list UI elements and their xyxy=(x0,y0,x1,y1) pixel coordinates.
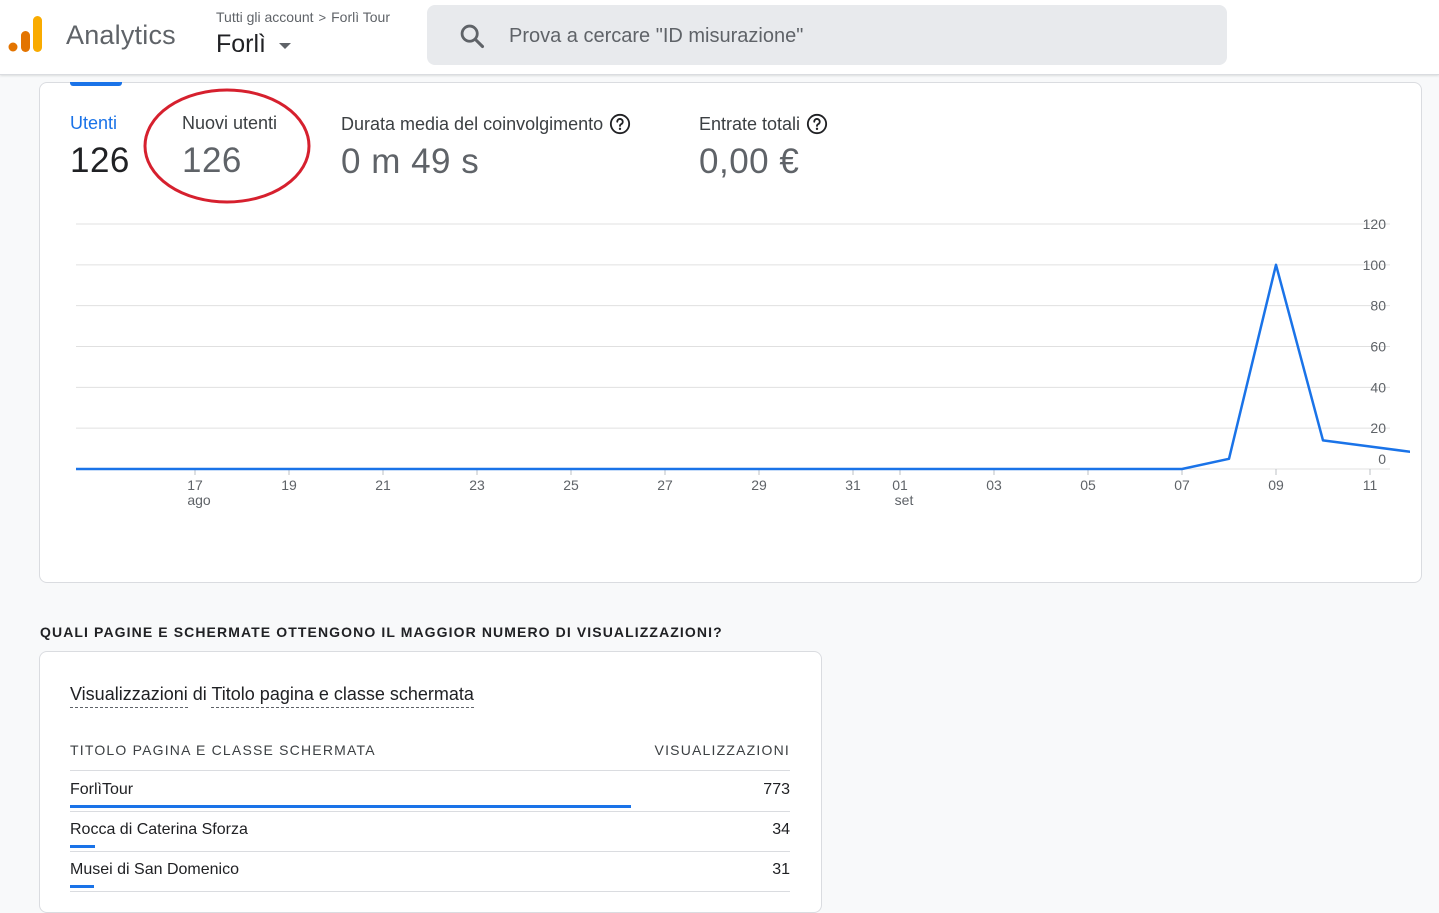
table-row[interactable]: ForlìTour 773 xyxy=(70,771,790,812)
y-tick-label: 0 xyxy=(1378,451,1386,467)
pages-section-title: QUALI PAGINE E SCHERMATE OTTENGONO IL MA… xyxy=(40,624,723,640)
metric-selector[interactable]: Visualizzazioni xyxy=(70,684,188,708)
metric-label-row: Entrate totali xyxy=(699,113,828,135)
help-icon[interactable] xyxy=(806,113,828,135)
chart-series xyxy=(76,265,1410,469)
metric-value: 126 xyxy=(70,141,130,181)
card-title-connector: di xyxy=(193,684,207,704)
row-share-bar xyxy=(70,885,94,888)
row-title: Musei di San Domenico xyxy=(70,861,239,879)
metric-label: Utenti xyxy=(70,113,130,134)
x-tick-label: 21 xyxy=(375,477,391,493)
x-tick-label: 31 xyxy=(845,477,861,493)
x-tick-label: 05 xyxy=(1080,477,1096,493)
row-views: 34 xyxy=(772,821,790,839)
app-name: Analytics xyxy=(66,20,176,51)
metric-label-row: Durata media del coinvolgimento xyxy=(341,113,631,135)
x-tick-label: 09 xyxy=(1268,477,1284,493)
row-share-bar xyxy=(70,845,95,848)
series-line-users xyxy=(76,265,1410,469)
column-header-views: VISUALIZZAZIONI xyxy=(655,742,790,758)
row-share-bar xyxy=(70,805,631,808)
breadcrumb: Tutti gli account > Forlì Tour xyxy=(216,9,390,25)
row-title: ForlìTour xyxy=(70,781,133,799)
x-tick-label: 23 xyxy=(469,477,485,493)
x-tick-label: 03 xyxy=(986,477,1002,493)
metric-label: Entrate totali xyxy=(699,114,800,135)
row-views: 773 xyxy=(763,781,790,799)
x-tick-label: 17 xyxy=(187,477,203,493)
x-tick-label: 11 xyxy=(1363,477,1378,493)
breadcrumb-account[interactable]: Forlì Tour xyxy=(331,9,390,25)
users-line-chart: 120 100 80 60 40 20 0 17 19 21 23 25 27 29 31 01 03 05 07… xyxy=(60,210,1410,520)
y-tick-label: 20 xyxy=(1370,420,1386,436)
x-tick-label: 29 xyxy=(751,477,767,493)
selected-metric-indicator xyxy=(70,82,122,86)
y-tick-label: 80 xyxy=(1370,298,1386,314)
table-row[interactable]: Musei di San Domenico 31 xyxy=(70,851,790,892)
table-row[interactable]: Rocca di Caterina Sforza 34 xyxy=(70,811,790,852)
search-icon xyxy=(458,22,486,50)
metric-total-revenue[interactable]: Entrate totali 0,00 € xyxy=(699,113,828,182)
y-tick-label: 100 xyxy=(1363,257,1387,273)
metric-value: 0 m 49 s xyxy=(341,142,631,182)
y-tick-label: 40 xyxy=(1370,379,1386,395)
top-app-bar: Analytics Tutti gli account > Forlì Tour F… xyxy=(0,0,1439,75)
metric-avg-engagement[interactable]: Durata media del coinvolgimento 0 m 49 s xyxy=(341,113,631,182)
search-bar[interactable] xyxy=(427,5,1227,65)
analytics-logo-icon[interactable] xyxy=(8,14,44,54)
x-tick-label: 27 xyxy=(657,477,673,493)
help-icon[interactable] xyxy=(609,113,631,135)
x-month-label: set xyxy=(895,492,914,508)
x-tick-label: 25 xyxy=(563,477,579,493)
row-title: Rocca di Caterina Sforza xyxy=(70,821,248,839)
chevron-right-icon: > xyxy=(319,10,327,25)
property-selector[interactable]: Forlì xyxy=(216,30,266,59)
dropdown-caret-icon[interactable] xyxy=(279,43,291,49)
y-tick-label: 120 xyxy=(1363,216,1387,232)
y-tick-label: 60 xyxy=(1370,339,1386,355)
chart-y-axis: 120 100 80 60 40 20 0 xyxy=(1363,216,1387,467)
search-input[interactable] xyxy=(507,19,1201,53)
chart-gridlines xyxy=(76,224,1390,469)
metric-label: Durata media del coinvolgimento xyxy=(341,114,603,135)
top-pages-card: Visualizzazioni di Titolo pagina e class… xyxy=(39,651,822,913)
metric-value: 0,00 € xyxy=(699,142,828,182)
card-title: Visualizzazioni di Titolo pagina e class… xyxy=(70,684,474,705)
x-tick-label: 19 xyxy=(281,477,297,493)
breadcrumb-all-accounts[interactable]: Tutti gli account xyxy=(216,9,314,25)
x-month-label: ago xyxy=(187,492,211,508)
x-tick-label: 07 xyxy=(1174,477,1190,493)
dimension-selector[interactable]: Titolo pagina e classe schermata xyxy=(211,684,473,708)
row-views: 31 xyxy=(772,861,790,879)
chart-x-axis: 17 19 21 23 25 27 29 31 01 03 05 07 09 11 ago set xyxy=(187,469,1377,508)
table-header: TITOLO PAGINA E CLASSE SCHERMATA VISUALI… xyxy=(70,742,790,771)
metric-users[interactable]: Utenti 126 xyxy=(70,113,130,181)
column-header-title: TITOLO PAGINA E CLASSE SCHERMATA xyxy=(70,742,376,758)
x-tick-label: 01 xyxy=(892,477,908,493)
red-circle-annotation xyxy=(143,88,311,204)
